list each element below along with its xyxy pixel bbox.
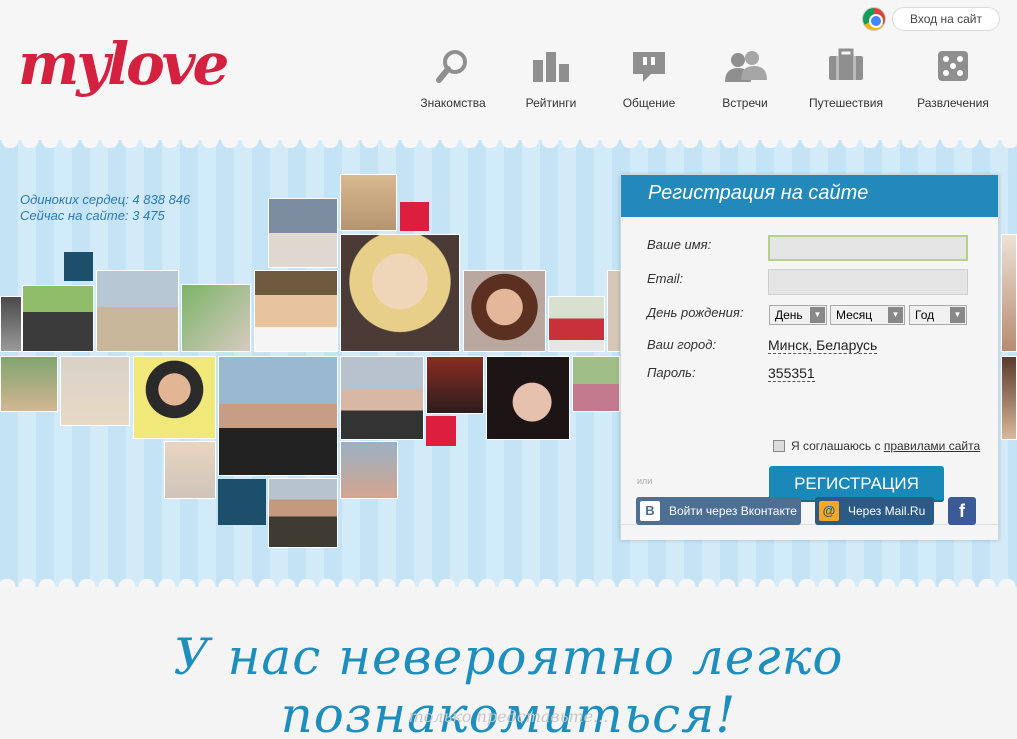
member-photo[interactable]	[572, 356, 620, 412]
mailru-login-button[interactable]: @ Через Mail.Ru	[815, 497, 934, 525]
nav-item-ratings[interactable]: Рейтинги	[506, 48, 596, 110]
birthday-label: День рождения:	[647, 305, 744, 320]
day-select[interactable]: День ▼	[769, 305, 827, 325]
member-photo[interactable]	[463, 270, 546, 352]
chevron-down-icon: ▼	[810, 307, 825, 323]
city-label: Ваш город:	[647, 337, 717, 352]
people-icon	[723, 48, 767, 84]
terms-checkbox[interactable]	[773, 440, 785, 452]
nav-label: Знакомства	[420, 96, 486, 110]
registration-title: Регистрация на сайте	[621, 175, 998, 217]
chevron-down-icon: ▼	[888, 307, 903, 323]
nav-item-entertainment[interactable]: Развлечения	[908, 48, 998, 110]
terms-link[interactable]: правилами сайта	[884, 439, 980, 453]
member-photo[interactable]	[0, 296, 22, 352]
member-photo[interactable]	[486, 356, 570, 440]
nav-label: Встречи	[722, 96, 768, 110]
member-photo[interactable]	[340, 356, 424, 440]
speech-bubble-icon	[631, 48, 667, 84]
facebook-login-button[interactable]: f	[948, 497, 976, 525]
member-photo[interactable]	[181, 284, 251, 352]
month-select[interactable]: Месяц ▼	[830, 305, 905, 325]
nav-item-meetings[interactable]: Встречи	[700, 48, 790, 110]
member-photo[interactable]	[133, 356, 216, 439]
decor-square	[426, 416, 456, 446]
suitcase-icon	[828, 48, 864, 84]
vk-login-label: Войти через Вконтакте	[669, 504, 797, 518]
member-photo[interactable]	[0, 356, 58, 412]
site-logo[interactable]: mylove	[18, 30, 229, 98]
chevron-down-icon: ▼	[950, 307, 965, 323]
registration-form: Регистрация на сайте Ваше имя: Email: Де…	[620, 174, 999, 540]
member-photo[interactable]	[22, 285, 94, 352]
decor-square	[218, 479, 266, 525]
member-photo[interactable]	[60, 356, 130, 426]
subline: только представьте...	[408, 707, 609, 726]
name-label: Ваше имя:	[647, 237, 712, 252]
mailru-login-label: Через Mail.Ru	[848, 504, 926, 518]
password-label: Пароль:	[647, 365, 696, 380]
month-select-value: Месяц	[836, 308, 873, 322]
year-select[interactable]: Год ▼	[909, 305, 967, 325]
decor-square	[400, 202, 429, 231]
member-photo[interactable]	[426, 356, 484, 414]
terms-agreement: Я соглашаюсь с правилами сайта	[773, 439, 980, 453]
member-photo[interactable]	[96, 270, 179, 352]
facebook-icon: f	[959, 501, 965, 521]
nav-item-dating[interactable]: Знакомства	[408, 48, 498, 110]
dice-icon	[935, 48, 971, 84]
nav-label: Развлечения	[917, 96, 989, 110]
email-field[interactable]	[768, 269, 968, 295]
bar-chart-icon	[533, 48, 569, 84]
vk-icon: В	[640, 501, 660, 521]
member-photo[interactable]	[1001, 356, 1017, 440]
member-photo[interactable]	[268, 478, 338, 548]
nav-label: Рейтинги	[525, 96, 577, 110]
year-select-value: Год	[915, 308, 935, 322]
name-field[interactable]	[768, 235, 968, 261]
member-photo[interactable]	[254, 270, 338, 352]
nav-item-travel[interactable]: Путешествия	[801, 48, 891, 110]
member-photo[interactable]	[607, 270, 621, 352]
vk-login-button[interactable]: В Войти через Вконтакте	[636, 497, 801, 525]
nav-item-chat[interactable]: Общение	[604, 48, 694, 110]
password-value[interactable]: 355351	[768, 365, 815, 382]
at-sign-icon: @	[819, 501, 839, 521]
registration-body: Ваше имя: Email: День рождения: День ▼ М…	[621, 217, 998, 540]
or-label: или	[635, 476, 655, 486]
nav-label: Путешествия	[808, 96, 884, 110]
nav-label: Общение	[622, 96, 676, 110]
member-photo[interactable]	[1001, 234, 1017, 352]
member-photo[interactable]	[268, 198, 338, 268]
city-value[interactable]: Минск, Беларусь	[768, 337, 878, 354]
login-button[interactable]: Вход на сайт	[892, 7, 1000, 31]
singles-count: Одиноких сердец: 4 838 846	[20, 192, 191, 207]
decor-square	[64, 252, 93, 281]
member-photo[interactable]	[164, 441, 216, 499]
chrome-icon	[862, 7, 886, 31]
member-photo[interactable]	[218, 356, 338, 476]
day-select-value: День	[775, 308, 803, 322]
member-photo[interactable]	[340, 234, 460, 352]
member-photo[interactable]	[340, 441, 398, 499]
terms-text: Я соглашаюсь с	[791, 439, 881, 453]
site-stats: Одиноких сердец: 4 838 846 Сейчас на сай…	[20, 192, 190, 224]
member-photo[interactable]	[340, 174, 397, 231]
member-photo[interactable]	[548, 296, 605, 352]
search-icon	[435, 48, 471, 84]
site-header: mylove Вход на сайт Знакомства Рейтинги …	[0, 0, 1017, 140]
online-count: Сейчас на сайте: 3 475	[20, 208, 165, 223]
email-label: Email:	[647, 271, 684, 286]
